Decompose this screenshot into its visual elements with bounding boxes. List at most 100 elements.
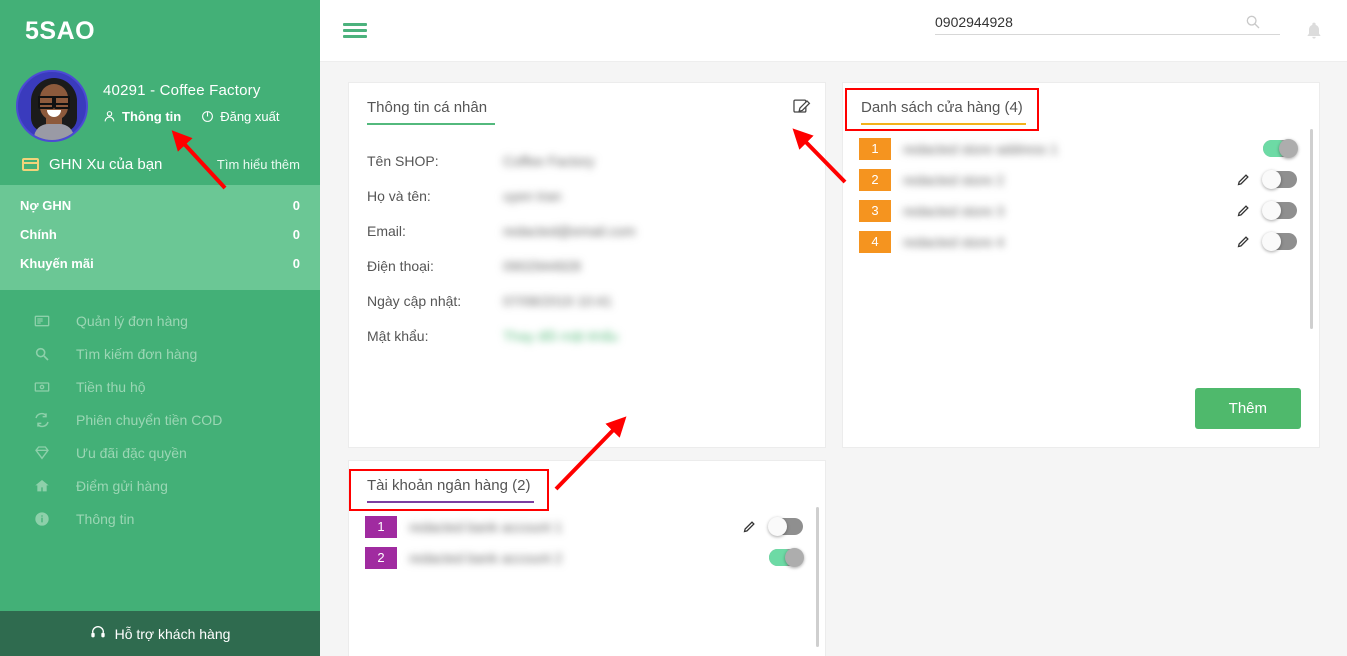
sidebar-menu: Quản lý đơn hàng Tìm kiếm đơn hàng Tiền … [0, 290, 320, 611]
store-address: redacted store 4 [903, 233, 1005, 250]
info-value: 0902944928 [503, 257, 581, 274]
sidebar-item-label: Tìm kiếm đơn hàng [76, 345, 198, 362]
sidebar-item-label: Quản lý đơn hàng [76, 312, 188, 329]
bank-list-scrollbar[interactable] [816, 507, 819, 647]
list-item[interactable]: 2 redacted bank account 2 [349, 542, 825, 573]
hamburger-menu-icon[interactable] [343, 20, 367, 41]
info-label: Tên SHOP: [367, 152, 439, 169]
table-row[interactable]: 3 redacted store 3 [843, 195, 1319, 226]
edit-profile-icon[interactable] [792, 97, 811, 116]
store-list-scrollbar[interactable] [1310, 129, 1313, 329]
profile-info-link[interactable]: Thông tin [103, 109, 181, 124]
search-input[interactable] [935, 14, 1245, 30]
logout-link[interactable]: Đăng xuất [201, 109, 279, 124]
sidebar-item-info[interactable]: Thông tin [0, 502, 320, 535]
store-list-body: 1 redacted store address 1 2 redacted st… [843, 125, 1319, 329]
search-icon [34, 346, 56, 362]
balance-value: 0 [292, 198, 300, 213]
learn-more-link[interactable]: Tìm hiểu thêm [217, 157, 300, 172]
brand-logo[interactable]: 5SAO [0, 0, 320, 62]
diamond-icon [34, 445, 56, 461]
info-label: Mật khẩu: [367, 327, 429, 344]
ghn-xu-bar: GHN Xu của bạn Tìm hiểu thêm [0, 142, 320, 185]
sidebar-item-cod-money[interactable]: Tiền thu hộ [0, 370, 320, 403]
sidebar-item-label: Tiền thu hộ [76, 378, 146, 395]
sidebar: 5SAO 40291 - Coffee Factory Thông tin Đă… [0, 0, 320, 656]
edit-bank-icon[interactable] [742, 519, 757, 534]
info-label: Họ và tên: [367, 187, 431, 204]
store-status-toggle[interactable] [1263, 139, 1298, 158]
info-row-email: Email: redacted@email.com [367, 213, 825, 248]
app-root: 5SAO 40291 - Coffee Factory Thông tin Đă… [0, 0, 1347, 656]
info-row-phone: Điện thoại: 0902944928 [367, 248, 825, 283]
store-index-badge: 3 [859, 199, 891, 222]
bank-account-title: Tài khoản ngân hàng (2) [367, 477, 531, 494]
sidebar-item-dropoff-points[interactable]: Điểm gửi hàng [0, 469, 320, 502]
sidebar-item-privileges[interactable]: Ưu đãi đặc quyền [0, 436, 320, 469]
edit-store-icon[interactable] [1236, 172, 1251, 187]
info-label: Email: [367, 222, 406, 239]
balance-value: 0 [292, 256, 300, 271]
store-status-toggle[interactable] [1262, 232, 1297, 251]
sidebar-item-label: Ưu đãi đặc quyền [76, 444, 187, 461]
wallet-card-icon [22, 158, 39, 171]
balance-row-main: Chính 0 [20, 220, 300, 249]
info-row-shop-name: Tên SHOP: Coffee Factory [367, 143, 825, 178]
logout-label: Đăng xuất [220, 109, 280, 124]
store-index-badge: 2 [859, 168, 891, 191]
add-store-button[interactable]: Thêm [1194, 388, 1301, 429]
balance-value: 0 [292, 227, 300, 242]
store-address: redacted store 2 [903, 171, 1005, 188]
info-value: 07/08/2019 10:41 [503, 292, 612, 309]
customer-support-button[interactable]: Hỗ trợ khách hàng [0, 611, 320, 656]
bank-account-list-body: 1 redacted bank account 1 2 redacted ban… [349, 503, 825, 647]
bank-account-text: redacted bank account 2 [409, 549, 563, 566]
refresh-icon [34, 412, 56, 428]
search-box [935, 14, 1280, 35]
notification-bell-icon[interactable] [1304, 21, 1324, 46]
sidebar-item-label: Phiên chuyển tiền COD [76, 411, 223, 428]
avatar [16, 70, 88, 142]
personal-info-panel: Thông tin cá nhân Tên SHOP: Coffee Facto… [348, 82, 826, 448]
bank-status-toggle[interactable] [768, 517, 803, 536]
balance-label: Khuyến mãi [20, 256, 94, 271]
orders-icon [34, 313, 56, 329]
info-row-updated-date: Ngày cập nhật: 07/08/2019 10:41 [367, 283, 825, 318]
store-list-panel: Danh sách cửa hàng (4) 1 redacted store … [842, 82, 1320, 448]
store-status-toggle[interactable] [1262, 170, 1297, 189]
sidebar-item-label: Điểm gửi hàng [76, 477, 168, 494]
info-label: Điện thoại: [367, 257, 434, 274]
ghn-xu-title-group: GHN Xu của bạn [22, 156, 162, 173]
profile-block: 40291 - Coffee Factory Thông tin Đăng xu… [0, 62, 320, 142]
table-row[interactable]: 1 redacted store address 1 [843, 133, 1319, 164]
table-row[interactable]: 2 redacted store 2 [843, 164, 1319, 195]
info-row-password: Mật khẩu: Thay đổi mật khẩu [367, 318, 825, 353]
list-item[interactable]: 1 redacted bank account 1 [349, 511, 825, 542]
table-row[interactable]: 4 redacted store 4 [843, 226, 1319, 257]
bank-status-toggle[interactable] [769, 548, 804, 567]
bank-account-text: redacted bank account 1 [409, 518, 563, 535]
info-icon [34, 511, 56, 527]
power-icon [201, 110, 214, 123]
store-address: redacted store address 1 [903, 140, 1058, 157]
sidebar-item-cod-session[interactable]: Phiên chuyển tiền COD [0, 403, 320, 436]
store-status-toggle[interactable] [1262, 201, 1297, 220]
store-address: redacted store 3 [903, 202, 1005, 219]
profile-links: Thông tin Đăng xuất [103, 109, 279, 124]
change-password-link[interactable]: Thay đổi mật khẩu [503, 328, 618, 344]
profile-info-label: Thông tin [122, 109, 182, 124]
brand-name: 5SAO [25, 16, 96, 45]
personal-info-title: Thông tin cá nhân [367, 99, 488, 116]
ghn-xu-title: GHN Xu của bạn [49, 156, 163, 173]
sidebar-item-orders[interactable]: Quản lý đơn hàng [0, 304, 320, 337]
sidebar-item-order-search[interactable]: Tìm kiếm đơn hàng [0, 337, 320, 370]
info-value: Coffee Factory [503, 152, 595, 169]
info-row-full-name: Họ và tên: uyen tran [367, 178, 825, 213]
money-icon [34, 379, 56, 395]
user-icon [103, 110, 116, 123]
search-icon[interactable] [1245, 14, 1261, 30]
edit-store-icon[interactable] [1236, 203, 1251, 218]
sidebar-item-label: Thông tin [76, 510, 135, 527]
headset-icon [90, 624, 106, 643]
edit-store-icon[interactable] [1236, 234, 1251, 249]
